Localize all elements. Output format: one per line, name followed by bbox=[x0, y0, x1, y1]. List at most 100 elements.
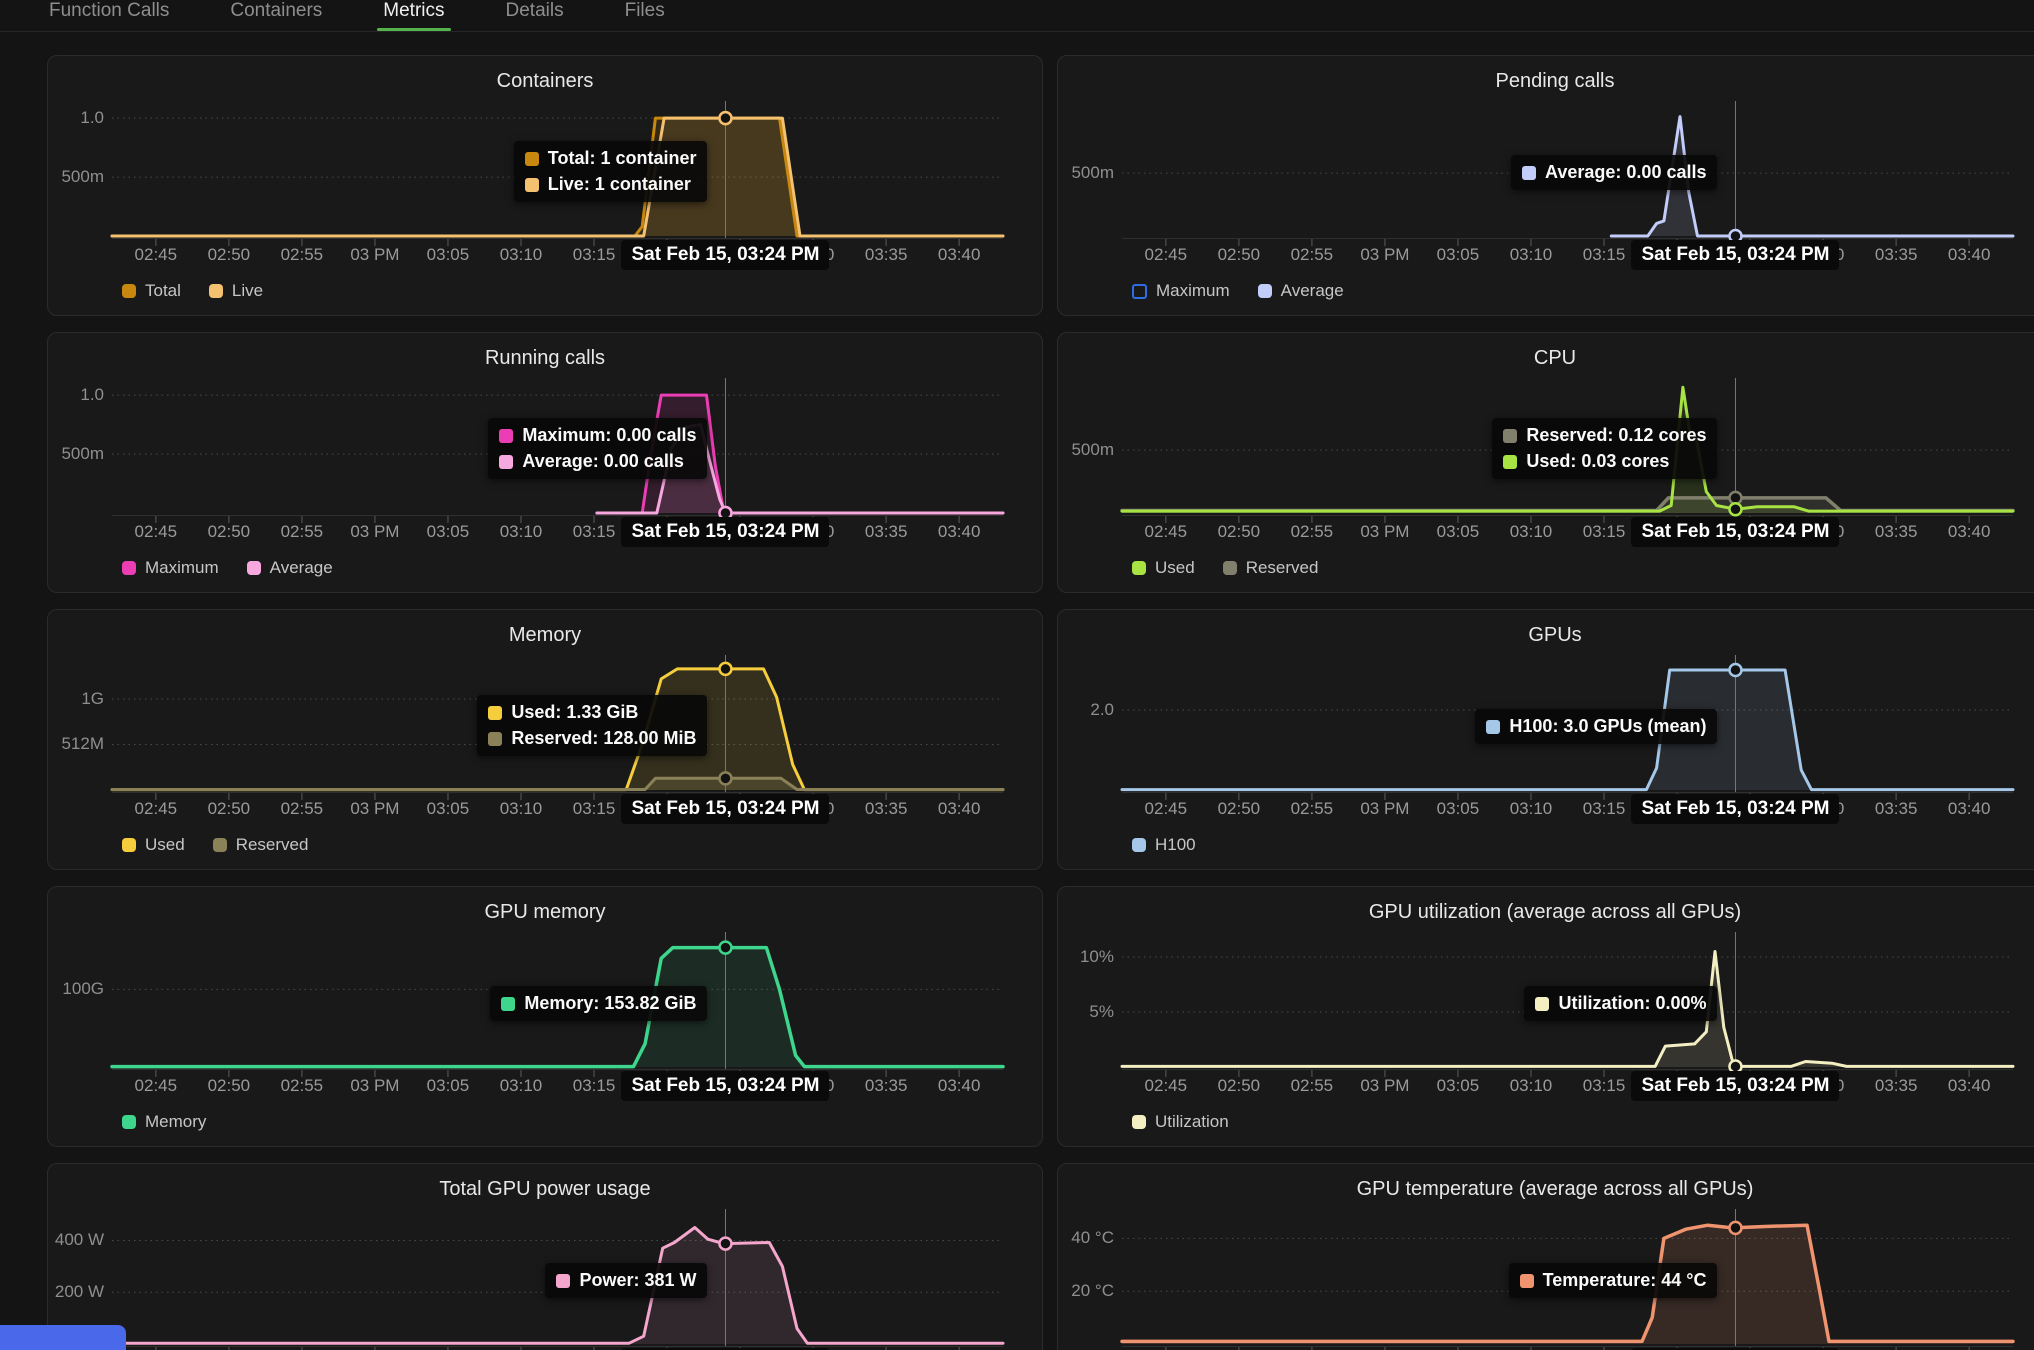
legend-label: Utilization bbox=[1155, 1112, 1229, 1132]
chart-panel[interactable]: Pending calls 500m 02:4502:5002:5503 PM0… bbox=[1057, 55, 2034, 316]
x-axis-label: 02:55 bbox=[1272, 1076, 1352, 1096]
legend-label: Live bbox=[232, 281, 263, 301]
tab-details[interactable]: Details bbox=[502, 0, 568, 31]
tooltip-row: Total: 1 container bbox=[525, 148, 697, 169]
tooltip-text: Live: 1 container bbox=[548, 174, 691, 195]
legend-label: Memory bbox=[145, 1112, 206, 1132]
x-axis-label: 03:05 bbox=[1418, 522, 1498, 542]
y-axis-label: 2.0 bbox=[1058, 700, 1114, 720]
legend-item-maximum[interactable]: Maximum bbox=[122, 558, 219, 578]
tooltip-text: Utilization: 0.00% bbox=[1558, 993, 1706, 1014]
x-axis-label: 03:10 bbox=[1491, 1076, 1571, 1096]
legend-label: Maximum bbox=[145, 558, 219, 578]
legend-item-reserved[interactable]: Reserved bbox=[213, 835, 309, 855]
x-axis-label: 02:55 bbox=[262, 522, 342, 542]
x-axis-label: 02:50 bbox=[1199, 245, 1279, 265]
y-axis-label: 400 W bbox=[48, 1230, 104, 1250]
x-axis-label: 03 PM bbox=[1345, 522, 1425, 542]
tooltip-row: Maximum: 0.00 calls bbox=[499, 425, 696, 446]
chart-panel[interactable]: Running calls 1.0500m 02:4502:5002:5503 … bbox=[47, 332, 1043, 593]
tab-metrics[interactable]: Metrics bbox=[379, 0, 448, 31]
chart-panel[interactable]: CPU 500m 02:4502:5002:5503 PM03:0503:100… bbox=[1057, 332, 2034, 593]
x-axis-label: 02:50 bbox=[1199, 799, 1279, 819]
tooltip-row: Average: 0.00 calls bbox=[1522, 162, 1706, 183]
tooltip-row: H100: 3.0 GPUs (mean) bbox=[1486, 716, 1706, 737]
crosshair-time-tooltip: Sat Feb 15, 03:24 PM bbox=[1631, 794, 1839, 824]
legend-item-memory[interactable]: Memory bbox=[122, 1112, 206, 1132]
x-axis-label: 03:35 bbox=[1856, 245, 1936, 265]
chart-tooltip: Reserved: 0.12 cores Used: 0.03 cores bbox=[1492, 418, 1717, 479]
tooltip-text: H100: 3.0 GPUs (mean) bbox=[1509, 716, 1706, 737]
legend-item-h100[interactable]: H100 bbox=[1132, 835, 1196, 855]
x-axis-label: 02:55 bbox=[1272, 799, 1352, 819]
chart-tooltip: Power: 381 W bbox=[545, 1263, 707, 1298]
legend-label: Reserved bbox=[236, 835, 309, 855]
x-axis-label: 03:35 bbox=[846, 522, 926, 542]
chart-title: Memory bbox=[48, 624, 1042, 647]
tab-files[interactable]: Files bbox=[621, 0, 669, 31]
tooltip-series-swatch bbox=[1503, 455, 1517, 469]
crosshair-time-tooltip: Sat Feb 15, 03:24 PM bbox=[621, 517, 829, 547]
legend-label: Total bbox=[145, 281, 181, 301]
legend-item-average[interactable]: Average bbox=[1258, 281, 1344, 301]
tooltip-series-swatch bbox=[525, 152, 539, 166]
tooltip-text: Maximum: 0.00 calls bbox=[522, 425, 696, 446]
crosshair-time-tooltip: Sat Feb 15, 03:24 PM bbox=[621, 1071, 829, 1101]
x-axis-label: 02:45 bbox=[1126, 1076, 1206, 1096]
tooltip-series-swatch bbox=[488, 732, 502, 746]
chart-panel[interactable]: GPU memory 100G 02:4502:5002:5503 PM03:0… bbox=[47, 886, 1043, 1147]
floating-action-button[interactable] bbox=[0, 1325, 126, 1350]
x-axis-label: 03 PM bbox=[1345, 245, 1425, 265]
x-axis-label: 03:35 bbox=[1856, 1076, 1936, 1096]
chart-title: Containers bbox=[48, 70, 1042, 93]
legend-item-maximum[interactable]: Maximum bbox=[1132, 281, 1230, 301]
legend-swatch bbox=[122, 838, 136, 852]
x-axis-label: 03:05 bbox=[1418, 245, 1498, 265]
x-axis-label: 03:40 bbox=[1929, 799, 2009, 819]
tab-containers[interactable]: Containers bbox=[226, 0, 326, 31]
tooltip-row: Used: 1.33 GiB bbox=[488, 702, 696, 723]
legend-swatch bbox=[247, 561, 261, 575]
chart-panel[interactable]: Total GPU power usage 400 W200 W 02:4502… bbox=[47, 1163, 1043, 1350]
chart-legend: Maximum Average bbox=[122, 558, 333, 578]
tab-function-calls[interactable]: Function Calls bbox=[45, 0, 173, 31]
y-axis-label: 500m bbox=[1058, 440, 1114, 460]
chart-panel[interactable]: GPU utilization (average across all GPUs… bbox=[1057, 886, 2034, 1147]
tooltip-text: Used: 0.03 cores bbox=[1526, 451, 1669, 472]
tab-label: Containers bbox=[230, 0, 322, 22]
y-axis-label: 10% bbox=[1058, 947, 1114, 967]
tab-label: Function Calls bbox=[49, 0, 169, 22]
legend-item-average[interactable]: Average bbox=[247, 558, 333, 578]
tooltip-row: Power: 381 W bbox=[556, 1270, 696, 1291]
x-axis-label: 03 PM bbox=[1345, 1076, 1425, 1096]
legend-item-utilization[interactable]: Utilization bbox=[1132, 1112, 1229, 1132]
chart-legend: Utilization bbox=[1132, 1112, 1229, 1132]
y-axis-label: 1.0 bbox=[48, 385, 104, 405]
chart-panel[interactable]: Containers 1.0500m 02:4502:5002:5503 PM0… bbox=[47, 55, 1043, 316]
legend-item-reserved[interactable]: Reserved bbox=[1223, 558, 1319, 578]
legend-swatch bbox=[122, 561, 136, 575]
x-axis-label: 03:40 bbox=[919, 245, 999, 265]
crosshair-time-tooltip: Sat Feb 15, 03:24 PM bbox=[1631, 1071, 1839, 1101]
chart-tooltip: Total: 1 container Live: 1 container bbox=[514, 141, 708, 202]
chart-panel[interactable]: Memory 1G512M 02:4502:5002:5503 PM03:050… bbox=[47, 609, 1043, 870]
chart-title: CPU bbox=[1058, 347, 2034, 370]
legend-swatch bbox=[122, 284, 136, 298]
legend-item-used[interactable]: Used bbox=[1132, 558, 1195, 578]
legend-swatch bbox=[1132, 1115, 1146, 1129]
chart-tooltip: Memory: 153.82 GiB bbox=[490, 986, 707, 1021]
legend-label: Maximum bbox=[1156, 281, 1230, 301]
x-axis-label: 02:55 bbox=[262, 799, 342, 819]
x-axis-label: 03:05 bbox=[408, 522, 488, 542]
tooltip-text: Reserved: 0.12 cores bbox=[1526, 425, 1706, 446]
tooltip-series-swatch bbox=[1486, 720, 1500, 734]
legend-swatch bbox=[1132, 561, 1146, 575]
x-axis-label: 02:50 bbox=[189, 522, 269, 542]
legend-item-used[interactable]: Used bbox=[122, 835, 185, 855]
legend-item-total[interactable]: Total bbox=[122, 281, 181, 301]
x-axis-label: 02:55 bbox=[1272, 522, 1352, 542]
chart-panel[interactable]: GPU temperature (average across all GPUs… bbox=[1057, 1163, 2034, 1350]
legend-item-live[interactable]: Live bbox=[209, 281, 263, 301]
chart-legend: Maximum Average bbox=[1132, 281, 1344, 301]
chart-panel[interactable]: GPUs 2.0 02:4502:5002:5503 PM03:0503:100… bbox=[1057, 609, 2034, 870]
